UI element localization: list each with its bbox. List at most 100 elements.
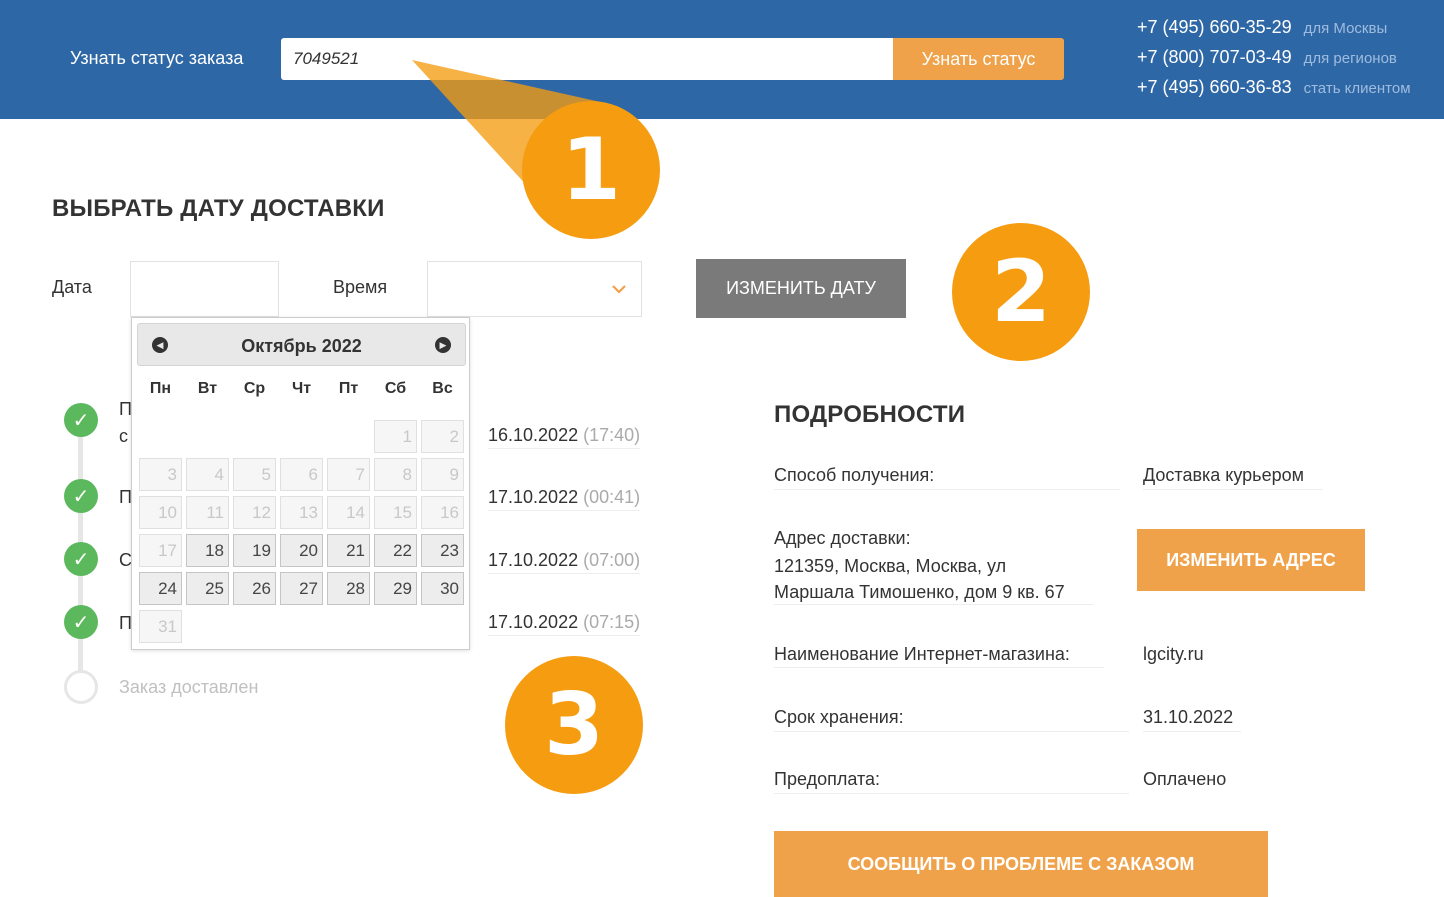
callout-badge: 3 xyxy=(505,656,643,794)
callout-badge: 2 xyxy=(952,223,1090,361)
calendar-day[interactable]: 22 xyxy=(372,532,419,570)
calendar-empty-cell xyxy=(278,418,325,456)
time-select[interactable] xyxy=(427,261,642,317)
calendar-day: 15 xyxy=(372,494,419,532)
calendar-day[interactable]: 30 xyxy=(419,570,466,608)
calendar-day: 17 xyxy=(137,532,184,570)
calendar-day-number: 21 xyxy=(327,534,370,567)
calendar-day[interactable]: 24 xyxy=(137,570,184,608)
calendar-day: 11 xyxy=(184,494,231,532)
timeline-step-text: П xyxy=(119,613,132,633)
order-number-input[interactable] xyxy=(281,38,893,80)
divider xyxy=(774,793,1129,794)
prepayment-value: Оплачено xyxy=(1143,769,1227,789)
calendar-day-number: 6 xyxy=(280,458,323,491)
step-date: 17.10.2022 xyxy=(488,487,579,507)
change-address-button[interactable]: ИЗМЕНИТЬ АДРЕС xyxy=(1137,529,1365,591)
phone-number[interactable]: +7 (800) 707-03-49 xyxy=(1137,47,1292,68)
calendar-day: 5 xyxy=(231,456,278,494)
shop-name-label: Наименование Интернет-магазина: xyxy=(774,644,1070,664)
calendar-day-number: 2 xyxy=(421,420,464,453)
phone-number[interactable]: +7 (495) 660-35-29 xyxy=(1137,17,1292,38)
check-circle-icon: ✓ xyxy=(64,542,98,576)
step-date: 16.10.2022 xyxy=(488,425,579,445)
calendar-day: 14 xyxy=(325,494,372,532)
next-month-icon[interactable]: ▶ xyxy=(435,337,451,353)
callout-badge: 1 xyxy=(522,101,660,239)
calendar-day-number: 1 xyxy=(374,420,417,453)
calendar-day-number: 5 xyxy=(233,458,276,491)
weekday-label: Вт xyxy=(197,380,218,397)
calendar-day[interactable]: 29 xyxy=(372,570,419,608)
calendar-day-number: 7 xyxy=(327,458,370,491)
calendar-day-number: 22 xyxy=(374,534,417,567)
calendar-day: 6 xyxy=(278,456,325,494)
divider xyxy=(774,604,1094,605)
timeline-step-text: с xyxy=(119,426,128,446)
timeline-step-text: П xyxy=(119,399,132,419)
calendar-day-number: 23 xyxy=(421,534,464,567)
divider xyxy=(774,667,1104,668)
calendar-day-number: 30 xyxy=(421,572,464,605)
receive-method-value: Доставка курьером xyxy=(1143,465,1304,485)
calendar-day-number: 3 xyxy=(139,458,182,491)
timeline-step-date: 17.10.2022 (07:00) xyxy=(488,550,641,574)
calendar-day-number: 29 xyxy=(374,572,417,605)
address-line: 121359, Москва, Москва, ул xyxy=(774,556,1007,576)
calendar-day-number: 14 xyxy=(327,496,370,529)
divider xyxy=(1143,731,1241,732)
step-date: 17.10.2022 xyxy=(488,612,579,632)
change-date-button[interactable]: ИЗМЕНИТЬ ДАТУ xyxy=(696,259,906,318)
datepicker-header: ◀ Октябрь 2022 ▶ xyxy=(137,323,466,366)
calendar-day[interactable]: 21 xyxy=(325,532,372,570)
report-problem-button[interactable]: СООБЩИТЬ О ПРОБЛЕМЕ С ЗАКАЗОМ xyxy=(774,831,1268,897)
calendar-day-number: 19 xyxy=(233,534,276,567)
calendar-day: 31 xyxy=(137,608,184,646)
top-bar: Узнать статус заказа Узнать статус +7 (4… xyxy=(0,0,1444,119)
calendar-day-number: 9 xyxy=(421,458,464,491)
calendar-empty-cell xyxy=(184,418,231,456)
step-date: 17.10.2022 xyxy=(488,550,579,570)
phone-note: стать клиентом xyxy=(1303,80,1411,97)
date-field[interactable] xyxy=(130,261,279,317)
calendar-day[interactable]: 28 xyxy=(325,570,372,608)
calendar-day[interactable]: 25 xyxy=(184,570,231,608)
details-title: ПОДРОБНОСТИ xyxy=(774,401,966,428)
datepicker-popup: ◀ Октябрь 2022 ▶ Пн Вт Ср Чт Пт Сб Вс 12… xyxy=(131,317,470,650)
calendar-day-number: 18 xyxy=(186,534,229,567)
calendar-empty-cell xyxy=(231,418,278,456)
calendar-day-number: 31 xyxy=(139,610,182,643)
check-circle-icon: ✓ xyxy=(64,605,98,639)
calendar-day[interactable]: 18 xyxy=(184,532,231,570)
shop-name-value: lgcity.ru xyxy=(1143,644,1204,664)
prepayment-label: Предоплата: xyxy=(774,769,880,789)
calendar-day[interactable]: 26 xyxy=(231,570,278,608)
weekday-label: Вс xyxy=(432,380,453,397)
check-status-button[interactable]: Узнать статус xyxy=(893,38,1064,80)
timeline-step-text: Заказ доставлен xyxy=(119,677,259,697)
calendar-day[interactable]: 23 xyxy=(419,532,466,570)
calendar-day-number: 12 xyxy=(233,496,276,529)
timeline-step-date: 17.10.2022 (00:41) xyxy=(488,487,641,511)
calendar-day: 13 xyxy=(278,494,325,532)
step-time: (07:15) xyxy=(583,612,641,632)
timeline-step-text: П xyxy=(119,487,132,507)
storage-period-label: Срок хранения: xyxy=(774,707,904,727)
calendar-day[interactable]: 27 xyxy=(278,570,325,608)
phone-note: для регионов xyxy=(1303,50,1397,67)
calendar-day-grid: 1 2 3 4 5 6 7 8 9 10 11 12 13 14 15 16 17 18 19 20 21 22 23 24 2… xyxy=(137,418,466,646)
step-time: (00:41) xyxy=(583,487,641,507)
timeline-step-date: 16.10.2022 (17:40) xyxy=(488,425,641,449)
divider xyxy=(1143,489,1323,490)
calendar-day[interactable]: 20 xyxy=(278,532,325,570)
calendar-day-number: 26 xyxy=(233,572,276,605)
calendar-day-number: 15 xyxy=(374,496,417,529)
calendar-day[interactable]: 19 xyxy=(231,532,278,570)
calendar-day: 2 xyxy=(419,418,466,456)
calendar-day: 9 xyxy=(419,456,466,494)
step-time: (17:40) xyxy=(583,425,641,445)
weekday-header: Пн Вт Ср Чт Пт Сб Вс xyxy=(137,380,466,398)
calendar-day-number: 13 xyxy=(280,496,323,529)
phone-number[interactable]: +7 (495) 660-36-83 xyxy=(1137,77,1292,98)
weekday-label: Чт xyxy=(291,380,312,397)
